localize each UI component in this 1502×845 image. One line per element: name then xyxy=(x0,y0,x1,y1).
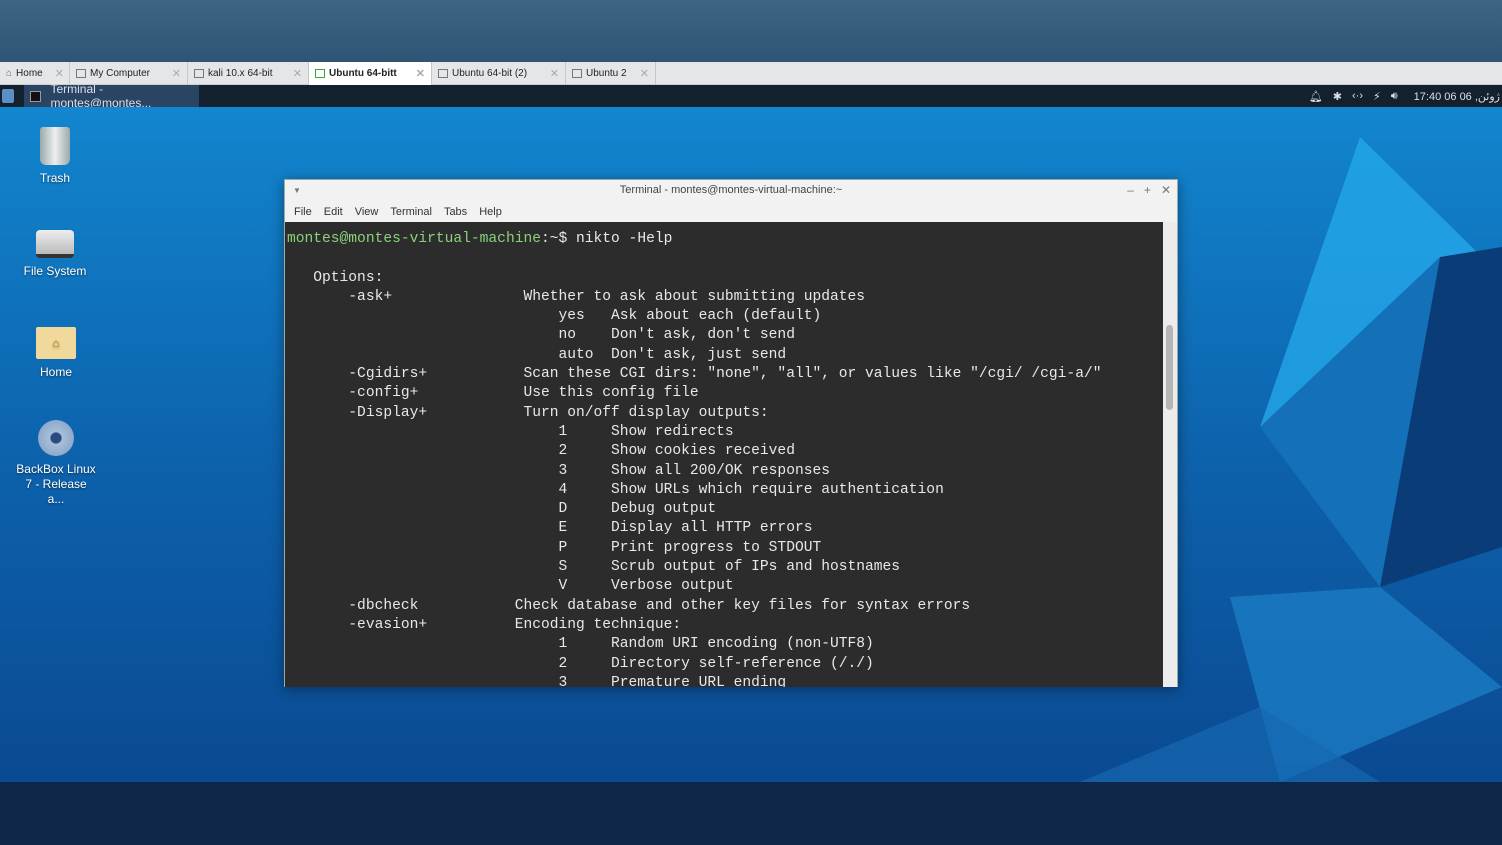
close-icon[interactable]: ✕ xyxy=(160,67,181,80)
vm-tab-ubuntu-2[interactable]: Ubuntu 2 ✕ xyxy=(566,62,656,85)
menu-view[interactable]: View xyxy=(349,206,385,218)
scrollbar-thumb[interactable] xyxy=(1166,325,1173,410)
trash-icon xyxy=(40,127,70,165)
close-icon[interactable]: ✕ xyxy=(1161,180,1171,201)
close-icon[interactable]: ✕ xyxy=(538,67,559,80)
vm-icon xyxy=(572,69,582,78)
output-line: P Print progress to STDOUT xyxy=(287,539,822,556)
vm-running-icon xyxy=(315,69,325,78)
menu-terminal[interactable]: Terminal xyxy=(384,206,438,218)
output-lines: Options: -ask+ Whether to ask about subm… xyxy=(287,249,1164,687)
prompt-path: :~$ xyxy=(540,231,577,247)
close-icon[interactable]: ✕ xyxy=(281,67,302,80)
desktop-icon-file-system[interactable]: File System xyxy=(5,230,105,278)
close-icon[interactable]: ✕ xyxy=(43,67,64,80)
output-line: Options: xyxy=(287,269,384,286)
close-icon[interactable]: ✕ xyxy=(628,67,649,80)
home-folder-icon: ⌂ xyxy=(36,327,76,359)
desktop-icon-home[interactable]: ⌂ Home xyxy=(6,327,106,379)
output-line: 1 Show redirects xyxy=(287,423,734,440)
system-tray: 🔔︎ ✱ ‹·› ⚡︎ 🔊︎ 17:40 06 ژوئن, 06 xyxy=(1309,85,1502,107)
vm-tab-ubuntu-64-bit-2[interactable]: Ubuntu 64-bit (2) ✕ xyxy=(432,62,566,85)
output-line: 3 Premature URL ending xyxy=(287,674,787,687)
close-icon[interactable]: ✕ xyxy=(404,67,425,80)
prompt-user-host: montes@montes-virtual-machine xyxy=(287,231,541,247)
output-line: 3 Show all 200/OK responses xyxy=(287,462,830,479)
clock[interactable]: 17:40 06 ژوئن, 06 xyxy=(1414,90,1500,103)
output-line: D Debug output xyxy=(287,501,717,518)
output-line: yes Ask about each (default) xyxy=(287,308,822,325)
terminal-output[interactable]: montes@montes-virtual-machine:~$ nikto -… xyxy=(285,222,1164,687)
output-line: E Display all HTTP errors xyxy=(287,520,813,537)
menu-tabs[interactable]: Tabs xyxy=(438,206,473,218)
output-line: auto Don't ask, just send xyxy=(287,346,787,363)
computer-icon xyxy=(76,69,86,78)
terminal-menubar: File Edit View Terminal Tabs Help xyxy=(285,201,1177,222)
volume-icon[interactable]: 🔊︎ xyxy=(1391,90,1398,103)
vm-tab-kali[interactable]: kali 10.x 64-bit ✕ xyxy=(188,62,309,85)
home-icon: ⌂ xyxy=(6,68,13,79)
terminal-icon xyxy=(30,90,42,102)
terminal-titlebar[interactable]: ▼ Terminal - montes@montes-virtual-machi… xyxy=(285,180,1177,201)
hard-drive-icon xyxy=(36,230,74,258)
vm-icon xyxy=(438,69,448,78)
taskbar: Terminal - montes@montes... 🔔︎ ✱ ‹·› ⚡︎ … xyxy=(0,82,1502,110)
maximize-icon[interactable]: + xyxy=(1144,180,1151,201)
output-line: 4 Show URLs which require authentication xyxy=(287,481,944,498)
minimize-icon[interactable]: – xyxy=(1127,180,1134,201)
menu-file[interactable]: File xyxy=(288,206,318,218)
terminal-scrollbar[interactable] xyxy=(1163,222,1177,687)
output-line: V Verbose output xyxy=(287,578,734,595)
host-bottom-band xyxy=(0,782,1502,845)
vm-icon xyxy=(194,69,204,78)
optical-disc-icon xyxy=(38,420,74,456)
output-line: -evasion+ Encoding technique: xyxy=(287,616,682,633)
desktop-icon-backbox-disc[interactable]: BackBox Linux 7 - Release a... xyxy=(6,420,106,507)
output-line: -Display+ Turn on/off display outputs: xyxy=(287,404,769,421)
output-line: no Don't ask, don't send xyxy=(287,327,795,344)
desktop-icon-trash[interactable]: Trash xyxy=(5,127,105,185)
network-icon[interactable]: ‹·› xyxy=(1352,90,1363,102)
taskbar-window-terminal[interactable]: Terminal - montes@montes... xyxy=(24,82,199,110)
notification-bell-icon[interactable]: 🔔︎ xyxy=(1309,90,1323,103)
output-line: 1 Random URI encoding (non-UTF8) xyxy=(287,636,874,653)
output-line: -config+ Use this config file xyxy=(287,385,699,402)
vm-tab-ubuntu-64-bitt[interactable]: Ubuntu 64-bitt ✕ xyxy=(309,62,432,85)
bluetooth-icon[interactable]: ✱ xyxy=(1333,90,1342,103)
menu-help[interactable]: Help xyxy=(473,206,508,218)
terminal-window: ▼ Terminal - montes@montes-virtual-machi… xyxy=(284,179,1178,687)
menu-edit[interactable]: Edit xyxy=(318,206,349,218)
host-background xyxy=(0,0,1502,62)
output-line: -dbcheck Check database and other key fi… xyxy=(287,597,971,614)
vm-tab-bar: ⌂ Home ✕ My Computer ✕ kali 10.x 64-bit ✕ Ub… xyxy=(0,62,1502,85)
output-line: 2 Directory self-reference (/./) xyxy=(287,655,874,672)
output-line: -ask+ Whether to ask about submitting up… xyxy=(287,288,866,305)
output-line: S Scrub output of IPs and hostnames xyxy=(287,559,901,576)
output-line: 2 Show cookies received xyxy=(287,443,795,460)
applications-menu-button[interactable] xyxy=(2,89,14,103)
output-line: -Cgidirs+ Scan these CGI dirs: "none", "… xyxy=(287,366,1102,383)
window-menu-icon[interactable]: ▼ xyxy=(293,180,301,201)
command-text: nikto -Help xyxy=(576,231,673,247)
power-icon[interactable]: ⚡︎ xyxy=(1373,90,1381,103)
